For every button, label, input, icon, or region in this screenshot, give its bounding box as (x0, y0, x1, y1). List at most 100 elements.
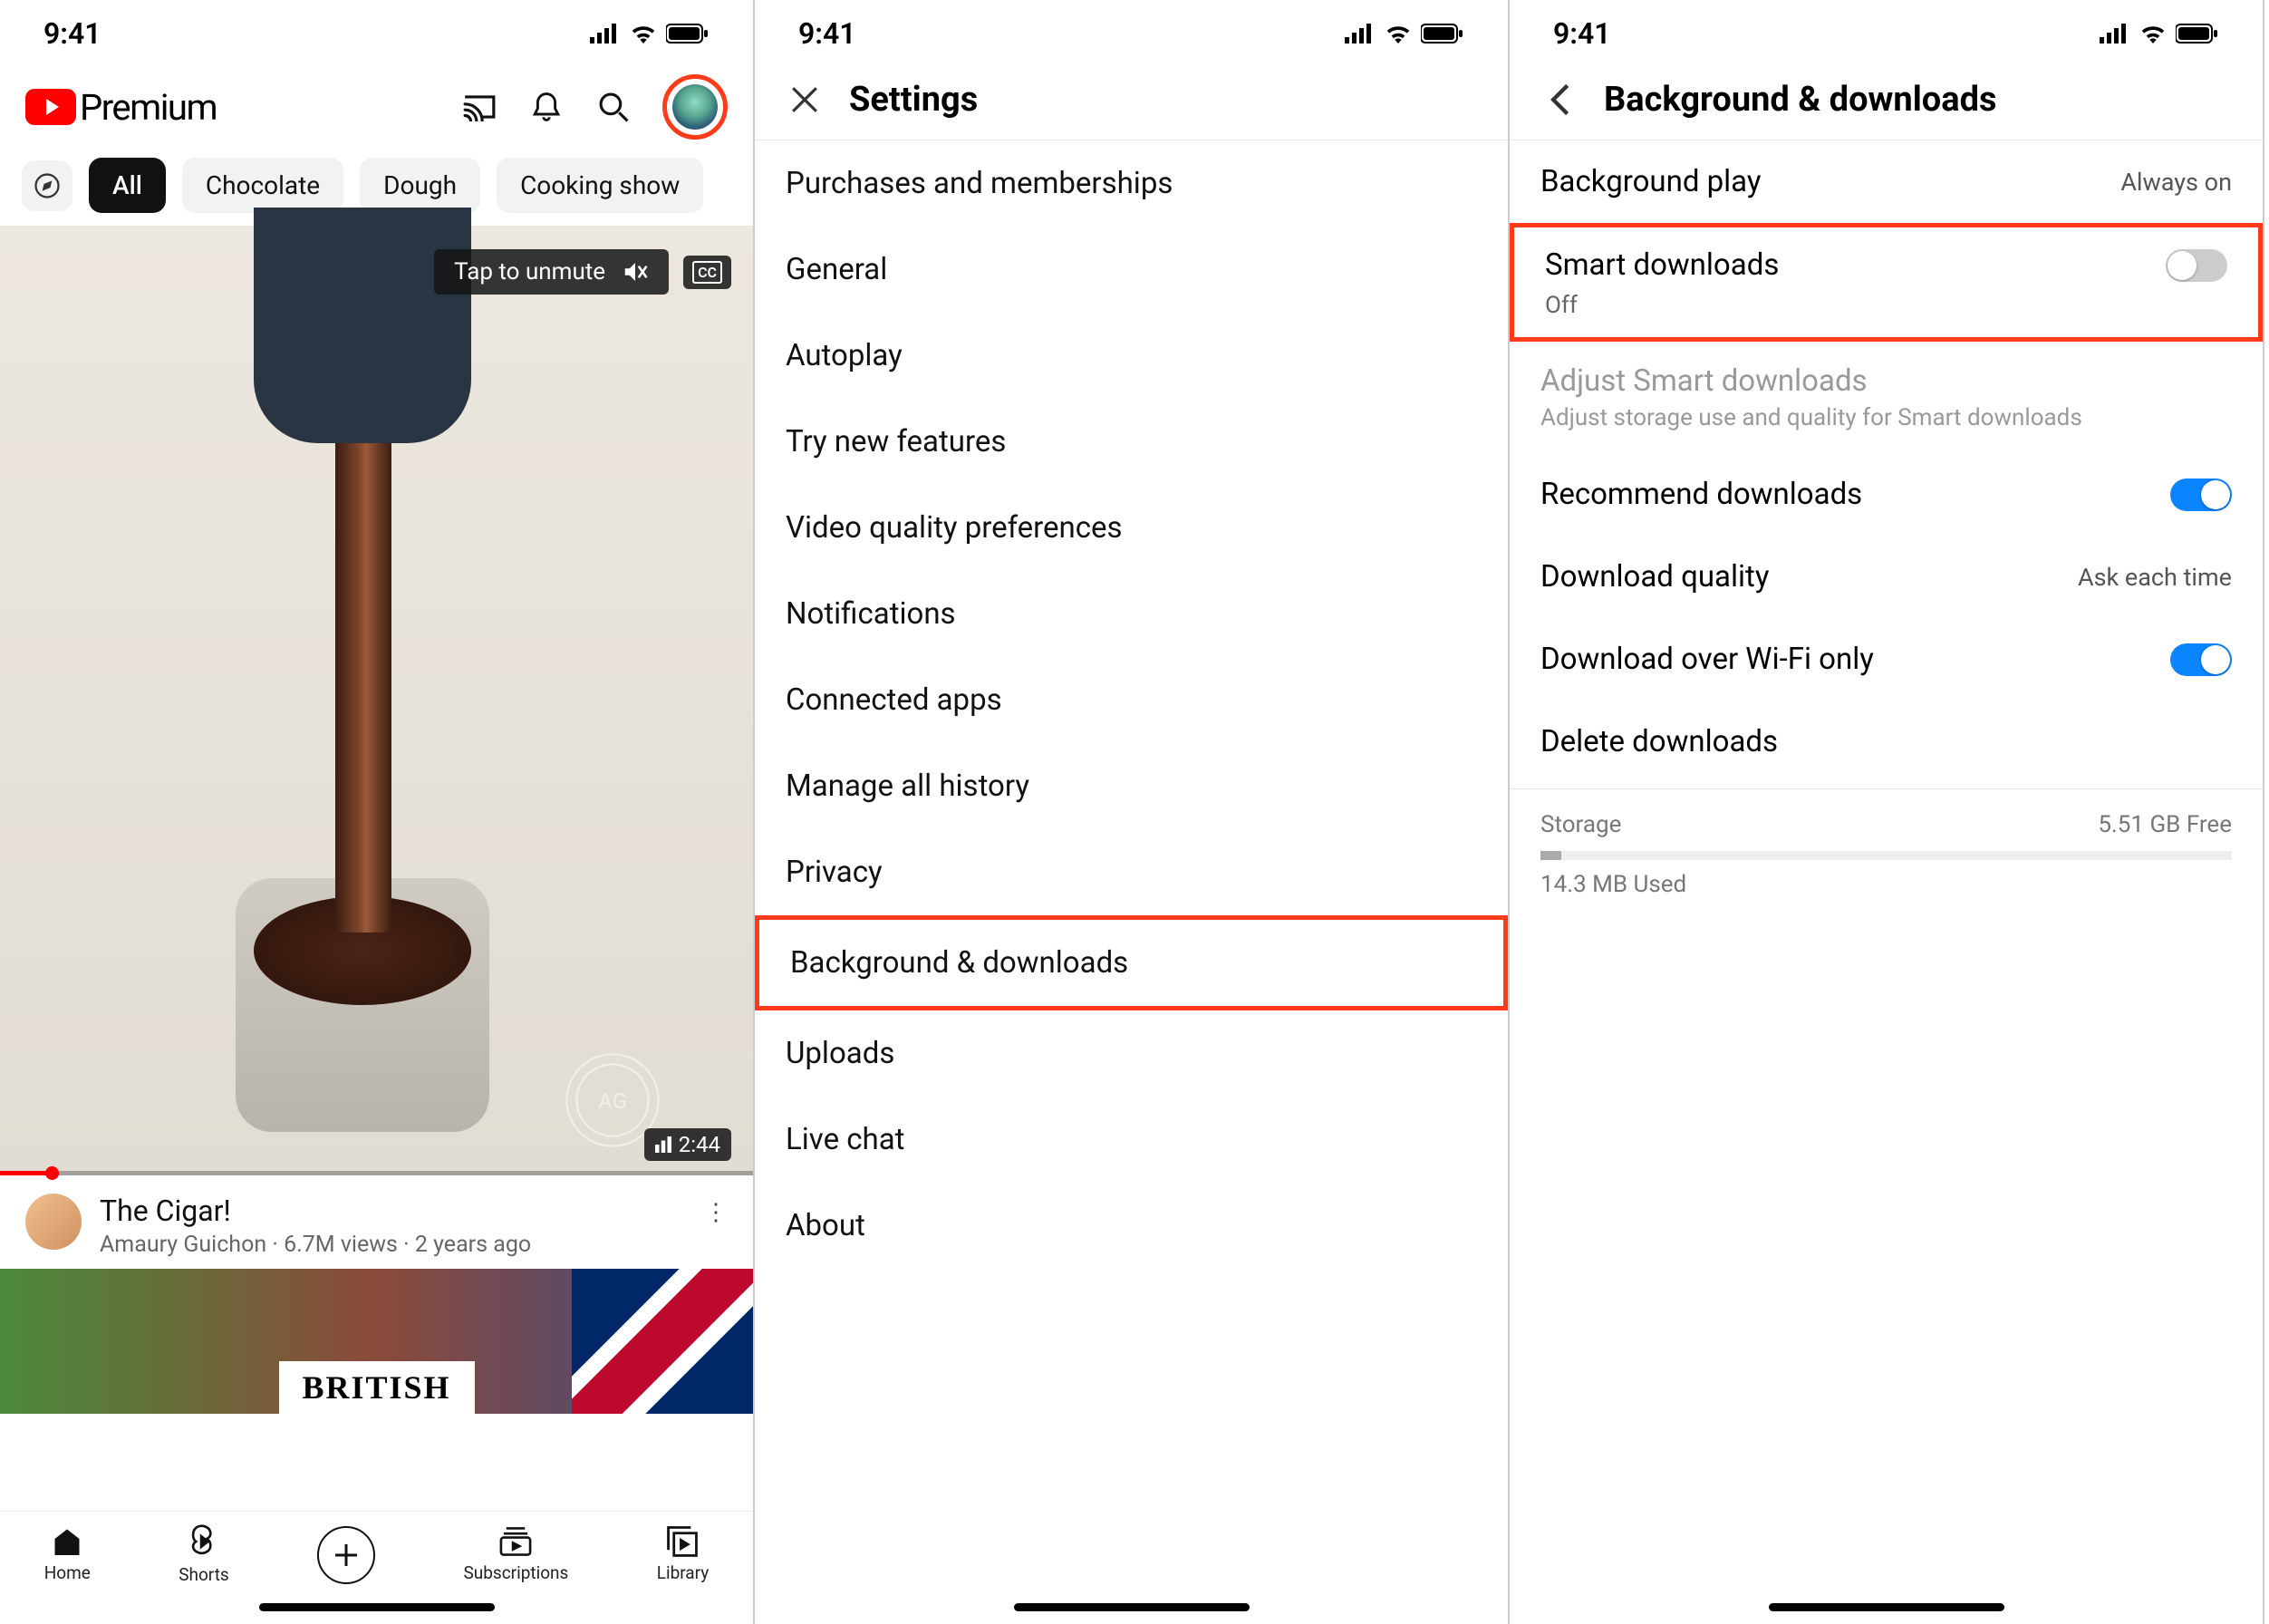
channel-avatar[interactable] (25, 1194, 82, 1250)
row-background-play[interactable]: Background play Always on (1510, 140, 2263, 223)
storage-used: 14.3 MB Used (1540, 871, 2232, 898)
video-progress[interactable] (0, 1171, 753, 1175)
page-title: Settings (849, 80, 978, 120)
close-icon[interactable] (786, 81, 824, 119)
settings-row-video-quality[interactable]: Video quality preferences (755, 485, 1508, 571)
smart-downloads-toggle[interactable] (2166, 249, 2227, 282)
video-subtitle: Amaury Guichon · 6.7M views · 2 years ag… (100, 1232, 531, 1258)
video-overlay-controls: Tap to unmute CC (434, 249, 731, 295)
battery-icon (1421, 24, 1464, 44)
downloads-header: Background & downloads (1510, 58, 2263, 140)
cellular-icon (1345, 24, 1376, 44)
row-download-quality[interactable]: Download quality Ask each time (1510, 536, 2263, 618)
row-wifi-only[interactable]: Download over Wi-Fi only (1510, 618, 2263, 701)
video-text: The Cigar! Amaury Guichon · 6.7M views ·… (100, 1194, 531, 1258)
explore-icon[interactable] (22, 160, 72, 211)
search-icon[interactable] (595, 89, 632, 125)
recommend-label: Recommend downloads (1540, 477, 1862, 512)
battery-icon (2176, 24, 2219, 44)
settings-row-general[interactable]: General (755, 227, 1508, 313)
settings-row-purchases[interactable]: Purchases and memberships (755, 140, 1508, 227)
nav-library[interactable]: Library (657, 1526, 710, 1583)
bottom-nav: Home Shorts Subscriptions Library (0, 1511, 753, 1592)
home-icon (51, 1526, 83, 1557)
nav-subscriptions[interactable]: Subscriptions (463, 1526, 568, 1583)
header-actions (461, 74, 728, 140)
app-header: Premium (0, 58, 753, 150)
chip-cooking[interactable]: Cooking show (497, 158, 703, 213)
nav-shorts[interactable]: Shorts (179, 1524, 229, 1585)
row-delete-downloads[interactable]: Delete downloads (1510, 701, 2263, 783)
back-icon[interactable] (1540, 81, 1579, 119)
settings-row-history[interactable]: Manage all history (755, 743, 1508, 829)
quality-label: Download quality (1540, 559, 1769, 594)
storage-label: Storage (1540, 811, 1621, 838)
profile-avatar-highlighted[interactable] (662, 74, 728, 140)
settings-row-background-downloads-highlighted[interactable]: Background & downloads (755, 915, 1508, 1010)
video-metadata[interactable]: The Cigar! Amaury Guichon · 6.7M views ·… (0, 1175, 753, 1269)
library-icon (667, 1526, 698, 1557)
subscriptions-icon (498, 1526, 533, 1557)
wifi-label: Download over Wi-Fi only (1540, 642, 1874, 677)
nav-create[interactable] (317, 1526, 375, 1584)
settings-header: Settings (755, 58, 1508, 140)
row-adjust-smart-downloads: Adjust Smart downloads Adjust storage us… (1510, 342, 2263, 453)
cellular-icon (2100, 24, 2130, 44)
wifi-icon (630, 24, 657, 44)
settings-row-privacy[interactable]: Privacy (755, 829, 1508, 915)
status-time: 9:41 (43, 16, 101, 51)
chip-all[interactable]: All (89, 158, 166, 213)
plus-icon (333, 1542, 360, 1569)
notifications-icon[interactable] (528, 89, 565, 125)
video-duration: 2:44 (644, 1128, 731, 1161)
bgplay-value: Always on (2120, 168, 2232, 197)
captions-button[interactable]: CC (683, 256, 731, 289)
nav-home[interactable]: Home (44, 1526, 91, 1583)
shorts-icon (188, 1524, 219, 1559)
settings-row-about[interactable]: About (755, 1183, 1508, 1269)
status-indicators (2100, 24, 2219, 44)
status-time: 9:41 (1553, 16, 1611, 51)
cellular-icon (590, 24, 621, 44)
cc-label: CC (692, 261, 722, 284)
storage-section: Storage 5.51 GB Free 14.3 MB Used (1510, 795, 2263, 914)
settings-row-autoplay[interactable]: Autoplay (755, 313, 1508, 399)
wifi-icon (1385, 24, 1412, 44)
settings-row-try-new[interactable]: Try new features (755, 399, 1508, 485)
bars-icon (655, 1136, 671, 1153)
battery-icon (666, 24, 710, 44)
settings-row-live-chat[interactable]: Live chat (755, 1097, 1508, 1183)
youtube-play-icon (25, 89, 76, 125)
quality-value: Ask each time (2078, 563, 2232, 592)
status-bar: 9:41 (0, 0, 753, 58)
youtube-premium-logo[interactable]: Premium (25, 86, 217, 129)
chip-dough[interactable]: Dough (360, 158, 480, 213)
screen-background-downloads: 9:41 Background & downloads Background p… (1510, 0, 2264, 1624)
status-bar: 9:41 (1510, 0, 2263, 58)
recommend-toggle[interactable] (2170, 478, 2232, 511)
home-indicator[interactable] (1014, 1603, 1250, 1611)
thumbnail-art (0, 226, 753, 1175)
screen-settings: 9:41 Settings Purchases and memberships … (755, 0, 1510, 1624)
wifi-icon (2139, 24, 2167, 44)
next-video-thumbnail[interactable]: BRITISH (0, 1269, 753, 1414)
video-more-icon[interactable]: ⋮ (704, 1194, 728, 1226)
settings-row-notifications[interactable]: Notifications (755, 571, 1508, 657)
settings-row-uploads[interactable]: Uploads (755, 1010, 1508, 1097)
status-indicators (590, 24, 710, 44)
video-thumbnail[interactable]: Tap to unmute CC AG 2:44 (0, 226, 753, 1175)
wifi-toggle[interactable] (2170, 643, 2232, 676)
unmute-label: Tap to unmute (454, 258, 605, 285)
row-smart-downloads-highlighted: Smart downloads Off (1510, 223, 2263, 342)
settings-row-connected-apps[interactable]: Connected apps (755, 657, 1508, 743)
row-recommend-downloads[interactable]: Recommend downloads (1510, 453, 2263, 536)
svg-text:AG: AG (598, 1088, 627, 1114)
status-bar: 9:41 (755, 0, 1508, 58)
cast-icon[interactable] (461, 89, 497, 125)
home-indicator[interactable] (1769, 1603, 2004, 1611)
home-indicator[interactable] (259, 1603, 495, 1611)
chip-chocolate[interactable]: Chocolate (182, 158, 343, 213)
unmute-button[interactable]: Tap to unmute (434, 249, 669, 295)
adjust-title: Adjust Smart downloads (1540, 363, 2232, 399)
smart-downloads-label: Smart downloads (1545, 247, 1779, 283)
